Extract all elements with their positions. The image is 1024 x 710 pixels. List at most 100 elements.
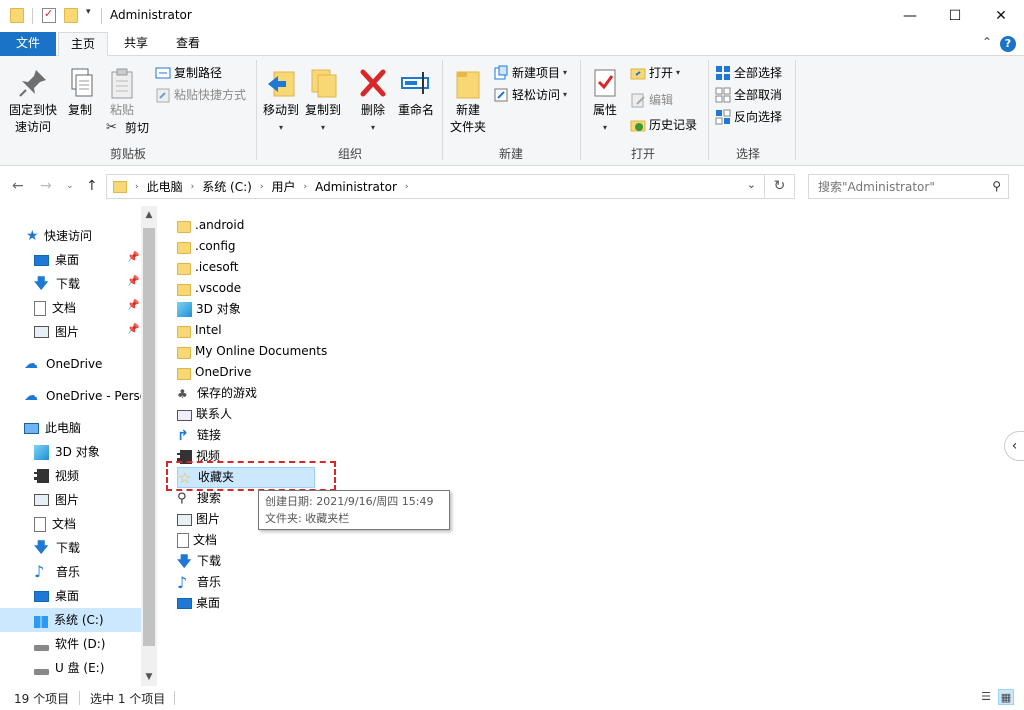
tab-home[interactable]: 主页 bbox=[58, 32, 108, 57]
list-item[interactable]: 图片 bbox=[177, 509, 220, 530]
nav-qa-downloads[interactable]: 🡇 下载 bbox=[34, 272, 80, 296]
paste-shortcut-button[interactable]: 粘贴快捷方式 bbox=[155, 85, 246, 105]
properties-button[interactable]: 属性 ▾ bbox=[586, 66, 624, 136]
nav-qa-pictures[interactable]: 图片 bbox=[34, 320, 79, 344]
tab-share[interactable]: 共享 bbox=[112, 32, 160, 56]
forward-arrow-icon[interactable]: → bbox=[40, 178, 52, 194]
details-view-icon[interactable]: ☰ bbox=[978, 689, 994, 705]
breadcrumb-administrator[interactable]: Administrator bbox=[311, 180, 401, 194]
close-button[interactable]: ✕ bbox=[978, 0, 1024, 32]
nav-pc-documents[interactable]: 文档 bbox=[34, 512, 76, 536]
nav-qa-desktop[interactable]: 桌面 bbox=[34, 248, 79, 272]
list-item-selected[interactable]: ☆ 收藏夹 bbox=[177, 467, 316, 488]
chevron-right-icon[interactable]: › bbox=[187, 182, 199, 192]
breadcrumb-this-pc[interactable]: 此电脑 bbox=[143, 178, 187, 195]
chevron-right-icon[interactable]: › bbox=[256, 182, 268, 192]
nav-drive-c[interactable]: 系统 (C:) bbox=[0, 608, 141, 632]
pin-icon[interactable]: 📌 bbox=[127, 300, 139, 311]
move-to-button[interactable]: 移动到 ▾ bbox=[261, 66, 301, 136]
large-icons-view-icon[interactable]: ▦ bbox=[998, 689, 1014, 705]
nav-pc-pictures[interactable]: 图片 bbox=[34, 488, 79, 512]
list-item[interactable]: .icesoft bbox=[177, 257, 238, 278]
list-item[interactable]: 🡇 下载 bbox=[177, 551, 221, 572]
favorites-star-icon: ☆ bbox=[178, 468, 192, 487]
refresh-icon[interactable]: ↻ bbox=[765, 174, 795, 199]
list-item[interactable]: 桌面 bbox=[177, 593, 220, 614]
maximize-button[interactable]: ☐ bbox=[932, 0, 978, 32]
pin-icon[interactable]: 📌 bbox=[127, 276, 139, 287]
list-item[interactable]: ♣ 保存的游戏 bbox=[177, 383, 257, 404]
open-button[interactable]: 打开 ▾ bbox=[630, 63, 680, 83]
nav-this-pc[interactable]: 此电脑 bbox=[24, 416, 81, 440]
pin-icon[interactable]: 📌 bbox=[127, 324, 139, 335]
tab-file[interactable]: 文件 bbox=[0, 32, 56, 56]
history-button[interactable]: 历史记录 bbox=[630, 115, 697, 135]
list-item[interactable]: .config bbox=[177, 236, 236, 257]
nav-drive-e[interactable]: U 盘 (E:) bbox=[34, 656, 104, 680]
easy-access-button[interactable]: 轻松访问 ▾ bbox=[493, 85, 567, 105]
list-item[interactable]: My Online Documents bbox=[177, 341, 327, 362]
new-folder-button[interactable]: 新建 文件夹 bbox=[446, 66, 490, 136]
nav-pc-desktop[interactable]: 桌面 bbox=[34, 584, 79, 608]
minimize-button[interactable]: — bbox=[887, 0, 933, 32]
new-folder-quick-icon[interactable] bbox=[64, 8, 78, 23]
paste-button[interactable]: 粘贴 bbox=[102, 66, 142, 119]
nav-onedrive-personal[interactable]: ☁ OneDrive - Perso bbox=[24, 384, 147, 408]
nav-pc-3d[interactable]: 3D 对象 bbox=[34, 440, 100, 464]
list-item[interactable]: 3D 对象 bbox=[177, 299, 241, 320]
nav-qa-documents[interactable]: 文档 bbox=[34, 296, 76, 320]
customize-quick-access-icon[interactable]: ▾ bbox=[86, 7, 91, 17]
copy-to-button[interactable]: 复制到 ▾ bbox=[303, 66, 343, 136]
chevron-right-icon[interactable]: › bbox=[401, 182, 413, 192]
breadcrumb-users[interactable]: 用户 bbox=[267, 178, 299, 195]
search-input[interactable] bbox=[809, 175, 979, 198]
chevron-right-icon[interactable]: › bbox=[299, 182, 311, 192]
nav-onedrive[interactable]: ☁ OneDrive bbox=[24, 352, 102, 376]
nav-scrollbar[interactable]: ▲ ▼ bbox=[141, 206, 157, 686]
nav-pc-video[interactable]: 视频 bbox=[34, 464, 79, 488]
folder-icon bbox=[177, 241, 191, 254]
copy-button[interactable]: 复制 bbox=[62, 66, 98, 119]
properties-check-icon[interactable]: ✓ bbox=[42, 7, 56, 23]
list-item[interactable]: 联系人 bbox=[177, 404, 232, 425]
chevron-up-icon[interactable]: ▲ bbox=[141, 210, 157, 220]
search-icon[interactable]: ⚲ bbox=[992, 179, 1001, 193]
nav-quick-access[interactable]: ★ 快速访问 bbox=[26, 224, 92, 248]
invert-selection-button[interactable]: 反向选择 bbox=[715, 107, 782, 127]
list-item[interactable]: Intel bbox=[177, 320, 222, 341]
new-item-button[interactable]: 新建项目 ▾ bbox=[493, 63, 567, 83]
cut-button[interactable]: ✂ 剪切 bbox=[106, 118, 149, 138]
chevron-left-icon[interactable]: ‹ bbox=[1004, 431, 1024, 461]
nav-pc-music[interactable]: ♪ 音乐 bbox=[34, 560, 80, 584]
chevron-down-icon[interactable]: ▼ bbox=[141, 672, 157, 682]
copy-path-button[interactable]: 复制路径 bbox=[155, 63, 222, 83]
collapse-ribbon-icon[interactable]: ⌃ bbox=[982, 35, 992, 49]
list-item[interactable]: .android bbox=[177, 215, 244, 236]
list-item[interactable]: .vscode bbox=[177, 278, 241, 299]
list-item[interactable]: 视频 bbox=[177, 446, 220, 467]
list-item[interactable]: 文档 bbox=[177, 530, 217, 551]
back-arrow-icon[interactable]: ← bbox=[12, 178, 24, 194]
help-button[interactable]: ? bbox=[1000, 36, 1016, 52]
select-all-button[interactable]: 全部选择 bbox=[715, 63, 782, 83]
delete-button[interactable]: 删除 ▾ bbox=[355, 66, 391, 136]
list-item[interactable]: ↱ 链接 bbox=[177, 425, 221, 446]
edit-button[interactable]: 编辑 bbox=[630, 90, 673, 110]
chevron-down-icon[interactable]: ⌄ bbox=[747, 178, 756, 191]
nav-pc-downloads[interactable]: 🡇 下载 bbox=[34, 536, 80, 560]
up-arrow-icon[interactable]: ↑ bbox=[86, 178, 98, 194]
select-none-button[interactable]: 全部取消 bbox=[715, 85, 782, 105]
scrollbar-thumb[interactable] bbox=[143, 228, 155, 646]
tab-view[interactable]: 查看 bbox=[164, 32, 212, 56]
nav-drive-d[interactable]: 软件 (D:) bbox=[34, 632, 105, 656]
pin-icon[interactable]: 📌 bbox=[127, 252, 139, 263]
breadcrumb-drive-c[interactable]: 系统 (C:) bbox=[198, 178, 256, 195]
list-item[interactable]: OneDrive bbox=[177, 362, 251, 383]
rename-button[interactable]: 重命名 bbox=[394, 66, 438, 119]
list-item[interactable]: ♪ 音乐 bbox=[177, 572, 221, 593]
list-item[interactable]: ⚲ 搜索 bbox=[177, 488, 221, 509]
recent-locations-icon[interactable]: ⌄ bbox=[66, 181, 74, 191]
address-bar[interactable]: › 此电脑 › 系统 (C:) › 用户 › Administrator › ⌄ bbox=[106, 174, 765, 199]
invert-selection-label: 反向选择 bbox=[734, 110, 783, 124]
pin-to-quick-access-button[interactable]: 固定到快 速访问 bbox=[4, 66, 62, 136]
